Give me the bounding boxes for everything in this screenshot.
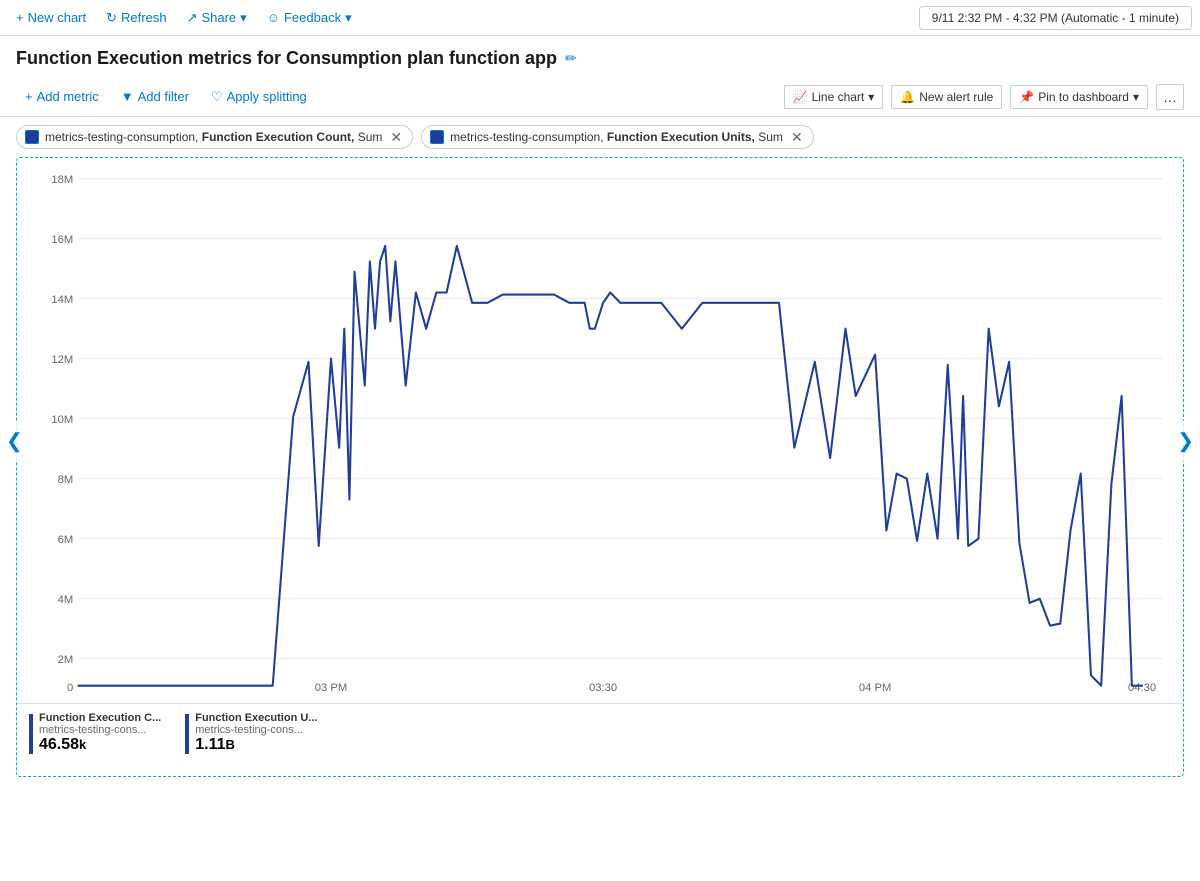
pill-icon-1 (430, 130, 444, 144)
chart-container: 18M 16M 14M 12M 10M 8M 6M 4M 2M 0 03 PM … (16, 157, 1184, 777)
pill-icon-0 (25, 130, 39, 144)
legend-color-1 (185, 714, 189, 754)
time-range-button[interactable]: 9/11 2:32 PM - 4:32 PM (Automatic - 1 mi… (919, 6, 1192, 30)
chart-svg: 18M 16M 14M 12M 10M 8M 6M 4M 2M 0 03 PM … (17, 158, 1183, 696)
svg-text:10M: 10M (51, 414, 73, 426)
metric-toolbar-left: + Add metric ▼ Add filter ♡ Apply splitt… (16, 84, 316, 110)
svg-text:18M: 18M (51, 174, 73, 186)
plus-icon: + (16, 10, 24, 25)
apply-splitting-button[interactable]: ♡ Apply splitting (202, 84, 316, 110)
pin-chevron-icon: ▾ (1133, 90, 1139, 104)
metric-toolbar: + Add metric ▼ Add filter ♡ Apply splitt… (0, 77, 1200, 117)
chart-line (78, 246, 1142, 686)
legend-item-0: Function Execution C... metrics-testing-… (29, 712, 161, 754)
svg-text:8M: 8M (58, 474, 74, 486)
pills-bar: metrics-testing-consumption, Function Ex… (0, 117, 1200, 157)
top-toolbar-left: + New chart ↻ Refresh ↗ Share ▾ ☺ Feedba… (8, 6, 360, 30)
svg-text:2M: 2M (58, 654, 74, 666)
svg-text:0: 0 (67, 682, 73, 694)
svg-text:03:30: 03:30 (589, 682, 617, 694)
feedback-button[interactable]: ☺ Feedback ▾ (259, 6, 360, 30)
page-title: Function Execution metrics for Consumpti… (16, 48, 557, 69)
pill-close-1[interactable]: ✕ (789, 130, 805, 144)
add-filter-button[interactable]: ▼ Add filter (112, 84, 198, 109)
feedback-icon: ☺ (267, 10, 280, 25)
svg-text:12M: 12M (51, 354, 73, 366)
top-toolbar: + New chart ↻ Refresh ↗ Share ▾ ☺ Feedba… (0, 0, 1200, 36)
svg-text:03 PM: 03 PM (315, 682, 347, 694)
chart-inner: 18M 16M 14M 12M 10M 8M 6M 4M 2M 0 03 PM … (17, 158, 1183, 776)
line-chart-button[interactable]: 📈 Line chart ▾ (784, 85, 884, 109)
legend-color-0 (29, 714, 33, 754)
metric-pill-1: metrics-testing-consumption, Function Ex… (421, 125, 814, 149)
svg-text:04 PM: 04 PM (859, 682, 891, 694)
new-chart-button[interactable]: + New chart (8, 6, 94, 29)
share-icon: ↗ (187, 10, 198, 26)
split-icon: ♡ (211, 89, 223, 105)
top-toolbar-right: 9/11 2:32 PM - 4:32 PM (Automatic - 1 mi… (919, 6, 1192, 30)
pill-close-0[interactable]: ✕ (388, 130, 404, 144)
more-options-button[interactable]: … (1156, 84, 1184, 110)
filter-icon: ▼ (121, 89, 134, 104)
add-metric-button[interactable]: + Add metric (16, 84, 108, 109)
refresh-icon: ↻ (106, 10, 117, 26)
svg-text:4M: 4M (58, 594, 74, 606)
add-metric-icon: + (25, 89, 33, 104)
line-chart-chevron-icon: ▾ (868, 90, 874, 104)
svg-text:6M: 6M (58, 534, 74, 546)
new-alert-rule-button[interactable]: 🔔 New alert rule (891, 85, 1002, 109)
share-button[interactable]: ↗ Share ▾ (179, 6, 255, 30)
nav-prev-arrow[interactable]: ❮ (2, 420, 27, 461)
metric-toolbar-right: 📈 Line chart ▾ 🔔 New alert rule 📌 Pin to… (784, 84, 1184, 110)
feedback-chevron-icon: ▾ (345, 10, 352, 26)
nav-next-arrow[interactable]: ❯ (1173, 420, 1198, 461)
line-chart-icon: 📈 (793, 90, 808, 104)
metric-pill-0: metrics-testing-consumption, Function Ex… (16, 125, 413, 149)
edit-icon[interactable]: ✏ (565, 50, 577, 67)
page-title-bar: Function Execution metrics for Consumpti… (0, 36, 1200, 77)
alert-icon: 🔔 (900, 90, 915, 104)
refresh-button[interactable]: ↻ Refresh (98, 6, 174, 30)
legend-item-1: Function Execution U... metrics-testing-… (185, 712, 317, 754)
pin-icon: 📌 (1019, 90, 1034, 104)
share-chevron-icon: ▾ (240, 10, 247, 26)
chart-legend: Function Execution C... metrics-testing-… (17, 703, 1183, 762)
svg-text:16M: 16M (51, 234, 73, 246)
svg-text:14M: 14M (51, 294, 73, 306)
pin-to-dashboard-button[interactable]: 📌 Pin to dashboard ▾ (1010, 85, 1148, 109)
